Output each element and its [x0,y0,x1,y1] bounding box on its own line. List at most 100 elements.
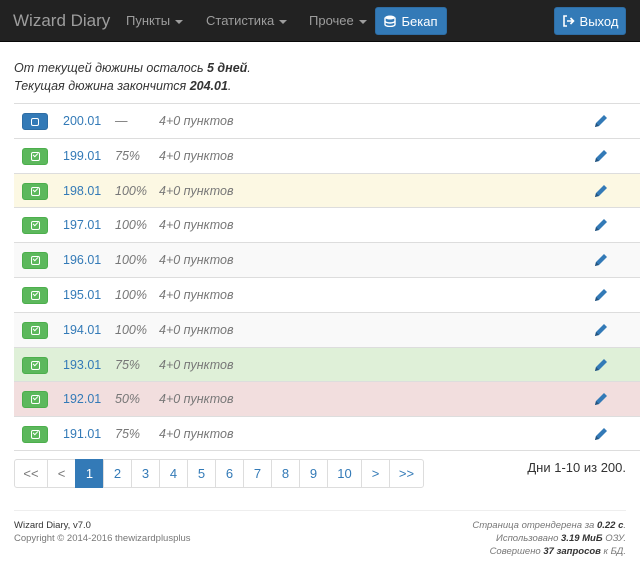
day-points: 4+0 пунктов [159,392,234,407]
check-square-icon [30,221,40,231]
check-square-icon [30,325,40,335]
day-row: 198.01 100% 4+0 пунктов [14,172,640,208]
day-percent: 75% [115,148,141,163]
copyright: Copyright © 2014-2016 thewizardplusplus [14,533,191,544]
page-5-button[interactable]: 5 [187,459,216,488]
page-8-button[interactable]: 8 [271,459,300,488]
check-square-icon [30,256,40,266]
page-3-button[interactable]: 3 [131,459,160,488]
day-status-button[interactable] [22,217,48,235]
day-date-link[interactable]: 198.01 [63,184,101,198]
day-status-button[interactable] [22,426,48,444]
day-percent: 100% [115,253,147,268]
brand-link[interactable]: Wizard Diary [13,11,110,31]
page-10-button[interactable]: 10 [327,459,362,488]
query-count: Совершено 37 запросов к БД. [490,546,626,557]
pencil-icon[interactable] [593,287,609,303]
day-percent: 100% [115,183,147,198]
day-row: 197.01 100% 4+0 пунктов [14,207,640,242]
page-2-button[interactable]: 2 [103,459,132,488]
dozen-end-value: 204.01 [189,79,228,93]
navbar: Wizard Diary Пункты Статистика Прочее Бе… [0,0,640,42]
database-icon [384,15,397,27]
day-points: 4+0 пунктов [159,357,234,372]
dozen-end-prefix: Текущая дюжина закончится [14,79,190,93]
page-9-button[interactable]: 9 [299,459,328,488]
page-first-button[interactable]: << [14,459,48,488]
dozen-remaining-value: 5 дней [207,61,248,75]
memory-usage-prefix: Использовано [496,533,562,544]
page-6-button[interactable]: 6 [215,459,244,488]
pencil-icon[interactable] [593,426,609,442]
day-status-button[interactable] [22,113,48,130]
pencil-icon[interactable] [593,357,609,373]
days-summary: Дни 1-10 из 200. [527,460,626,475]
menu-other-dropdown[interactable]: Прочее [309,13,367,28]
check-square-icon [30,186,40,196]
day-status-button[interactable] [22,182,48,200]
caret-down-icon [175,19,184,24]
day-row: 196.01 100% 4+0 пунктов [14,242,640,277]
query-count-suffix: к БД. [600,546,626,557]
day-date-link[interactable]: 197.01 [63,218,101,232]
pencil-icon[interactable] [593,217,609,233]
render-time-value: 0.22 с [596,520,624,531]
day-date-link[interactable]: 196.01 [63,253,101,267]
dozen-remaining-prefix: От текущей дюжины осталось [14,61,207,75]
day-date-link[interactable]: 194.01 [63,323,101,337]
day-points: 4+0 пунктов [159,322,234,337]
day-percent: 50% [115,392,141,407]
day-date-link[interactable]: 193.01 [63,358,101,372]
backup-label: Бекап [401,13,438,29]
logout-label: Выход [579,13,619,29]
menu-statistics-label: Статистика [206,13,275,28]
day-date-link[interactable]: 191.01 [63,427,101,441]
page-next-button[interactable]: > [361,459,390,488]
day-date-link[interactable]: 200.01 [63,114,101,128]
day-date-link[interactable]: 192.01 [63,392,101,406]
page-4-button[interactable]: 4 [159,459,188,488]
day-row: 191.01 75% 4+0 пунктов [14,416,640,451]
page-7-button[interactable]: 7 [243,459,272,488]
stop-icon [31,117,39,126]
day-status-button[interactable] [22,356,48,374]
pencil-icon[interactable] [593,183,609,199]
day-status-button[interactable] [22,321,48,339]
dozen-end-suffix: . [227,79,232,93]
page-1-button[interactable]: 1 [75,459,104,488]
menu-other-label: Прочее [309,13,354,28]
pencil-icon[interactable] [593,322,609,338]
logout-button[interactable]: Выход [554,7,626,35]
pencil-icon[interactable] [593,113,609,129]
day-row: 193.01 75% 4+0 пунктов [14,346,640,382]
day-points: 4+0 пунктов [159,183,234,198]
backup-button[interactable]: Бекап [375,7,447,35]
day-status-button[interactable] [22,252,48,270]
memory-usage-suffix: ОЗУ. [602,533,626,544]
day-status-button[interactable] [22,286,48,304]
render-time-prefix: Страница отрендерена за [472,520,597,531]
check-square-icon [30,151,40,161]
pencil-icon[interactable] [593,148,609,164]
day-percent: 75% [115,427,141,442]
day-percent: 100% [115,322,147,337]
day-date-link[interactable]: 195.01 [63,288,101,302]
caret-down-icon [358,19,367,24]
pencil-icon[interactable] [593,391,609,407]
day-status-button[interactable] [22,147,48,165]
pencil-icon[interactable] [593,252,609,268]
check-square-icon [30,395,40,405]
page-last-button[interactable]: >> [389,459,424,488]
menu-statistics-dropdown[interactable]: Статистика [206,13,288,28]
query-count-prefix: Совершено [489,546,544,557]
footer-divider [14,510,626,511]
dozen-remaining-text: От текущей дюжины осталось 5 дней. [14,61,251,75]
page-prev-button[interactable]: < [47,459,76,488]
day-row: 192.01 50% 4+0 пунктов [14,381,640,417]
menu-points-dropdown[interactable]: Пункты [126,13,184,28]
menu-points-label: Пункты [126,13,171,28]
day-status-button[interactable] [22,391,48,409]
check-square-icon [30,430,40,440]
check-square-icon [30,290,40,300]
day-date-link[interactable]: 199.01 [63,149,101,163]
